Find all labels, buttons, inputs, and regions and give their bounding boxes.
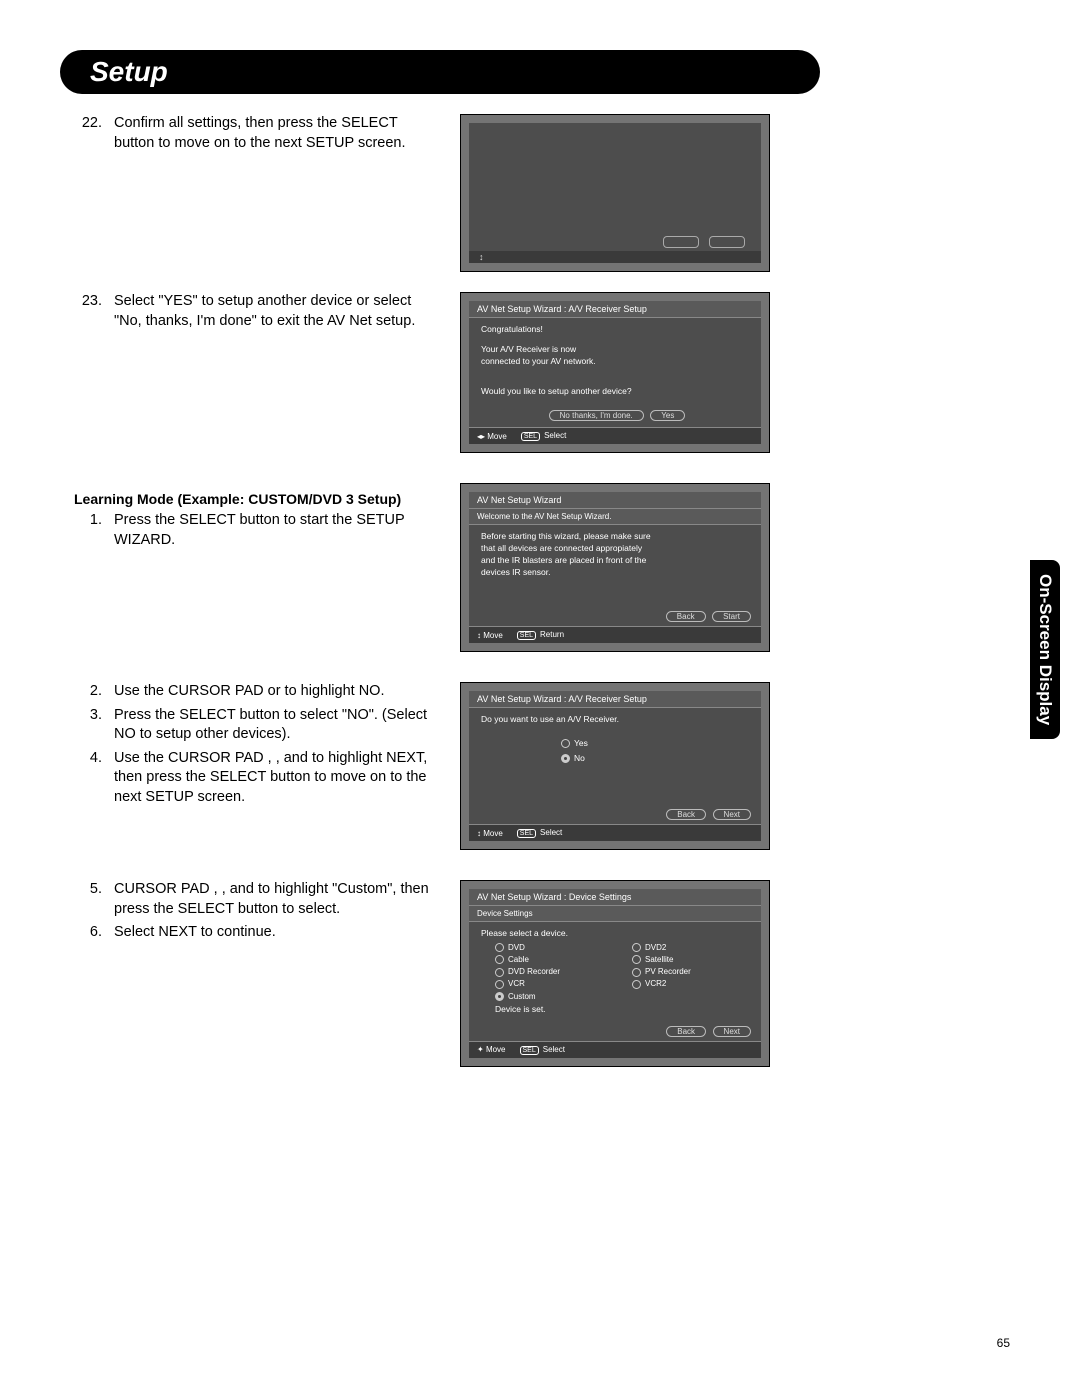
- row-learning-2-4: 2. Use the CURSOR PAD or to highlight NO…: [60, 682, 1020, 850]
- device-grid: DVD DVD2 Cable Satellite DVD Recorder PV…: [495, 942, 749, 1002]
- row-step-23: 23. Select "YES" to setup another device…: [60, 292, 1020, 453]
- step-1: 1. Press the SELECT button to start the …: [70, 511, 440, 550]
- step-3: 3. Press the SELECT button to select "NO…: [70, 706, 440, 745]
- step-2: 2. Use the CURSOR PAD or to highlight NO…: [70, 682, 440, 702]
- step-22: 22. Confirm all settings, then press the…: [70, 114, 440, 153]
- osd-screenshot-device-settings: AV Net Setup Wizard : Device Settings De…: [460, 880, 770, 1067]
- step-23: 23. Select "YES" to setup another device…: [70, 292, 440, 331]
- osd-button-start[interactable]: Start: [712, 611, 751, 622]
- step-5: 5. CURSOR PAD , , and to highlight "Cust…: [70, 880, 440, 919]
- osd-screenshot-welcome: AV Net Setup Wizard Welcome to the AV Ne…: [460, 483, 770, 652]
- row-learning-5-6: 5. CURSOR PAD , , and to highlight "Cust…: [60, 880, 1020, 1067]
- osd-screenshot-blank: ↕: [460, 114, 770, 272]
- side-tab-osd: On-Screen Display: [1030, 560, 1060, 739]
- page-title: Setup: [60, 50, 820, 94]
- step-6: 6. Select NEXT to continue.: [70, 923, 440, 943]
- osd-button-back[interactable]: Back: [666, 611, 706, 622]
- osd-button-back[interactable]: Back: [666, 1026, 706, 1037]
- osd-button-no-thanks[interactable]: No thanks, I'm done.: [549, 410, 644, 421]
- row-learning-1: Learning Mode (Example: CUSTOM/DVD 3 Set…: [60, 483, 1020, 652]
- osd-screenshot-receiver-prompt: AV Net Setup Wizard : A/V Receiver Setup…: [460, 682, 770, 850]
- page-number: 65: [997, 1336, 1010, 1350]
- osd-button-back[interactable]: Back: [666, 809, 706, 820]
- osd-button-next[interactable]: Next: [713, 1026, 751, 1037]
- manual-page: Setup 22. Confirm all settings, then pre…: [0, 0, 1080, 1390]
- row-step-22: 22. Confirm all settings, then press the…: [60, 114, 1020, 272]
- osd-screenshot-congrats: AV Net Setup Wizard : A/V Receiver Setup…: [460, 292, 770, 453]
- osd-button-yes[interactable]: Yes: [650, 410, 685, 421]
- osd-button-next[interactable]: Next: [713, 809, 751, 820]
- step-4: 4. Use the CURSOR PAD , , and to highlig…: [70, 749, 440, 808]
- subheading-learning-mode: Learning Mode (Example: CUSTOM/DVD 3 Set…: [74, 491, 440, 507]
